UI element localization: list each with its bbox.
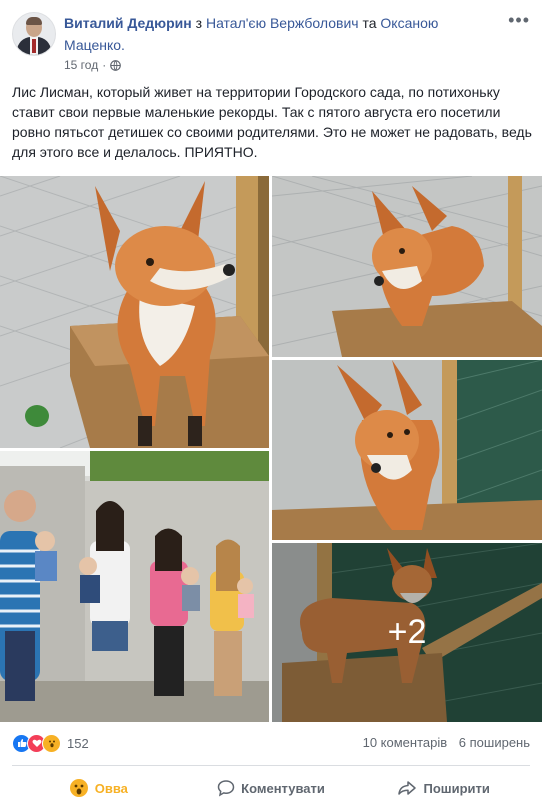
shares-count-link[interactable]: 6 поширень — [459, 735, 530, 750]
wow-icon — [42, 733, 61, 753]
post-actions: Овва Коментувати Поширити — [12, 772, 530, 804]
with-prefix: з — [195, 15, 203, 31]
post-text: Лис Лисман, который живет на территории … — [12, 84, 532, 160]
conjunction: та — [362, 15, 377, 31]
comments-count-link[interactable]: 10 коментарів — [363, 735, 448, 750]
author-name-link[interactable]: Виталий Дедюрин — [64, 15, 192, 31]
fox-closeup-photo[interactable] — [272, 360, 542, 540]
actions-divider — [12, 765, 530, 766]
comment-button[interactable]: Коментувати — [185, 772, 358, 804]
more-options-icon[interactable]: ••• — [508, 10, 530, 31]
more-photos-count[interactable]: +2 — [272, 543, 542, 722]
tagged-user-1-link[interactable]: Натал'єю Вержболович — [206, 15, 359, 31]
post-timestamp[interactable]: 15 год — [64, 58, 98, 72]
reactions-summary[interactable]: 152 — [12, 732, 89, 754]
photo-grid: +2 — [0, 176, 542, 722]
reactions-count: 152 — [67, 735, 89, 751]
share-button[interactable]: Поширити — [357, 772, 530, 804]
globe-icon[interactable] — [110, 59, 122, 71]
author-avatar[interactable] — [12, 12, 56, 56]
wow-label: Овва — [94, 780, 128, 796]
post-stats: 10 коментарів 6 поширень — [355, 735, 530, 750]
share-icon — [398, 781, 417, 795]
post-title: Виталий Дедюрин з Натал'єю Вержболович т… — [64, 12, 464, 56]
wow-reaction-button[interactable]: Овва — [12, 772, 185, 804]
comment-label: Коментувати — [241, 780, 325, 796]
post-meta: 15 год · — [64, 58, 122, 72]
families-with-children-photo[interactable] — [0, 451, 269, 722]
comment-icon — [217, 780, 235, 797]
fox-looking-up-photo[interactable] — [272, 176, 542, 357]
meta-separator: · — [102, 58, 107, 72]
fox-on-ramp-photo[interactable]: +2 — [272, 543, 542, 722]
wow-icon — [69, 779, 88, 797]
post-header: Виталий Дедюрин з Натал'єю Вержболович т… — [0, 0, 542, 80]
share-label: Поширити — [423, 780, 490, 796]
fox-on-box-photo[interactable] — [0, 176, 269, 448]
